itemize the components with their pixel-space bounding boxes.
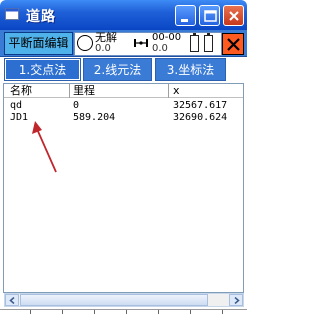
time-value: 0.0 (152, 43, 168, 54)
window-title: 道路 (26, 9, 56, 25)
cell-x: 32567.617 (173, 100, 228, 111)
chevron-left-icon (9, 297, 15, 304)
maximize-button[interactable] (199, 5, 220, 26)
tab-bar: 1.交点法 2.线元法 3.坐标法 (0, 57, 247, 83)
scroll-right-button[interactable] (229, 294, 243, 306)
battery-icon (204, 33, 213, 52)
bottom-divider (62, 310, 63, 314)
minimize-icon (181, 19, 188, 22)
bottom-divider (94, 310, 95, 314)
solution-value: 0.0 (95, 43, 111, 54)
horizontal-scrollbar[interactable] (4, 293, 244, 307)
close-panel-button[interactable] (222, 33, 244, 55)
tab-coordinate-method[interactable]: 3.坐标法 (155, 58, 226, 81)
bottom-divider (126, 310, 127, 314)
gps-status-icon[interactable] (77, 35, 93, 51)
bottom-bar (0, 309, 247, 320)
status-toolbar: 平断面编辑 无解 0.0 00-00 0.0 (0, 30, 247, 57)
close-button[interactable] (223, 5, 244, 26)
chevron-right-icon (234, 297, 240, 304)
battery-icon (190, 33, 199, 52)
app-icon (5, 8, 19, 20)
time-text: 00-00 (152, 32, 182, 43)
tab-intersection-method[interactable]: 1.交点法 (4, 58, 81, 81)
scroll-left-button[interactable] (5, 294, 19, 306)
close-icon (227, 38, 240, 51)
maximize-icon (204, 10, 217, 22)
annotation-arrow (32, 121, 57, 173)
app-window: 道路 平断面编辑 无解 0.0 00-00 0.0 1.交点法 2.线元法 3.… (0, 0, 247, 320)
title-bar[interactable]: 道路 (0, 0, 247, 30)
link-icon (134, 39, 148, 47)
minimize-button[interactable] (175, 5, 196, 26)
solution-status: 无解 (95, 31, 117, 44)
column-header-x[interactable]: x (173, 84, 180, 98)
bottom-divider (190, 310, 191, 314)
bottom-divider (222, 310, 223, 314)
bottom-divider (158, 310, 159, 314)
bottom-divider (30, 310, 31, 314)
close-icon (229, 11, 239, 21)
tab-line-element-method[interactable]: 2.线元法 (83, 58, 152, 81)
mode-label[interactable]: 平断面编辑 (4, 32, 73, 55)
data-table[interactable]: 名称 里程 x qd 0 32567.617 JD1 589.204 32690… (3, 83, 244, 293)
cell-x: 32690.624 (173, 112, 228, 123)
scroll-thumb[interactable] (20, 294, 208, 306)
column-divider[interactable] (168, 84, 169, 98)
